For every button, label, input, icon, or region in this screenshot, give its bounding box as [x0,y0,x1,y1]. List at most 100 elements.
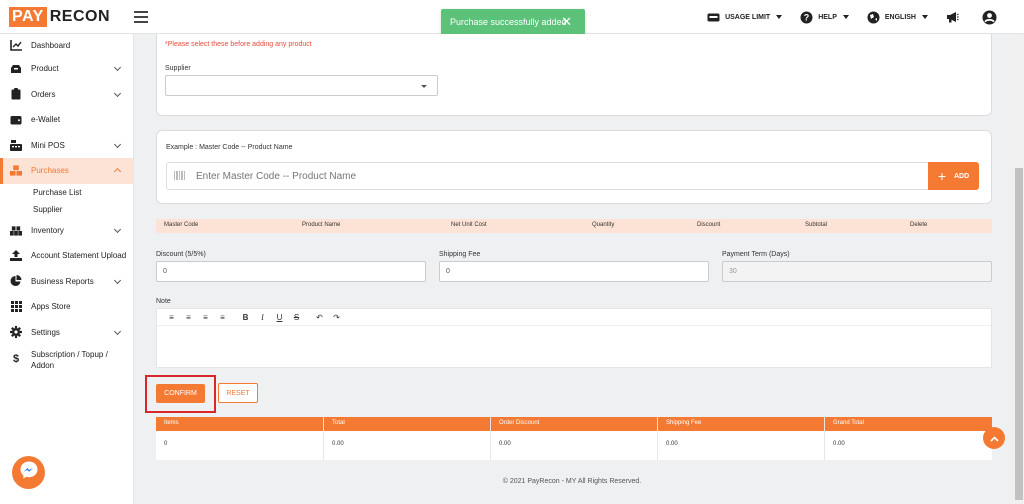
summary-header: Items [164,420,179,426]
upload-icon [10,250,22,262]
align-left-icon[interactable]: ≡ [163,313,180,322]
summary-value: 0 [164,441,168,447]
sidebar: Dashboard Product Orders e-Wallet Mini P… [0,34,134,504]
sidebar-subitem-purchase-list[interactable]: Purchase List [0,184,133,201]
sidebar-item-settings[interactable]: Settings [0,320,133,346]
chevron-down-icon [776,15,783,19]
note-editor[interactable]: ≡ ≡ ≡ ≡ B I U S ↶ ↷ [156,308,992,368]
sidebar-item-label: Product [31,64,59,74]
dollar-icon: $ [12,352,20,365]
chevron-down-icon [113,140,122,148]
sidebar-subitem-supplier[interactable]: Supplier [0,201,133,218]
bold-icon[interactable]: B [237,313,254,322]
sidebar-item-purchases[interactable]: Purchases [0,158,133,184]
sidebar-item-account-statement-upload[interactable]: Account Statement Upload [0,243,133,269]
summary-value: 0.00 [833,441,845,447]
messenger-chat-button[interactable] [12,456,45,489]
summary-row: 0 0.00 0.00 0.00 0.00 [156,431,992,460]
sidebar-item-label: e-Wallet [31,115,61,125]
underline-icon[interactable]: U [271,313,288,322]
align-right-icon[interactable]: ≡ [197,313,214,322]
product-example-label: Example : Master Code -- Product Name [166,144,293,151]
usage-limit-icon [707,11,720,24]
align-center-icon[interactable]: ≡ [180,313,197,322]
sidebar-item-apps-store[interactable]: Apps Store [0,294,133,320]
sidebar-item-label: Account Statement Upload [31,251,127,261]
sidebar-item-mini-pos[interactable]: Mini POS [0,133,133,159]
help-icon: ? [800,11,813,24]
sidebar-item-product[interactable]: Product [0,56,133,82]
sidebar-item-inventory[interactable]: Inventory [0,218,133,244]
strikethrough-icon[interactable]: S [288,313,305,322]
summary-header: Shipping Fee [666,420,702,426]
sidebar-item-ewallet[interactable]: e-Wallet [0,107,133,133]
column-header: Quantity [592,222,615,228]
sidebar-item-orders[interactable]: Orders [0,82,133,108]
summary-table-header: Items Total Order Discount Shipping Fee … [156,417,992,431]
chevron-up-icon [113,167,122,176]
column-divider [323,417,324,460]
column-header: Subtotal [805,222,828,228]
sidebar-item-label: Mini POS [31,140,65,150]
language-menu[interactable]: ENGLISH [867,11,928,24]
reset-button[interactable]: RESET [218,383,258,403]
column-divider [824,417,825,460]
discount-label: Discount (5/5%) [156,251,206,258]
globe-icon [867,11,880,24]
account-button[interactable] [982,10,1002,25]
clipboard-icon [10,88,22,100]
supplier-select[interactable] [165,75,438,96]
sidebar-item-label: Subscription / Topup / Addon [31,350,108,370]
redo-icon[interactable]: ↷ [328,313,345,322]
italic-icon[interactable]: I [254,313,271,322]
grid-icon [10,301,22,313]
chevron-down-icon [421,85,427,88]
cash-register-icon [10,139,22,151]
shipping-fee-input[interactable]: 0 [439,261,709,282]
sidebar-item-dashboard[interactable]: Dashboard [0,34,133,56]
svg-text:?: ? [804,12,810,22]
payment-term-input[interactable]: 30 [722,261,992,282]
menu-toggle-icon[interactable] [134,10,149,23]
column-header: Master Code [164,222,199,228]
brand-logo[interactable]: PAY RECON [9,6,111,27]
product-search-field[interactable] [166,162,929,190]
announcement-button[interactable] [946,11,964,24]
column-header: Delete [910,222,928,228]
sidebar-item-label: Dashboard [31,40,71,50]
summary-table: Items Total Order Discount Shipping Fee … [156,417,992,460]
page-scrollbar[interactable] [1014,34,1024,504]
plus-icon: + [937,168,946,184]
close-icon[interactable]: ✕ [561,14,572,30]
scroll-to-top-button[interactable] [983,427,1005,449]
summary-value: 0.00 [332,441,344,447]
help-menu[interactable]: ? HELP [800,11,849,24]
column-header: Product Name [302,222,341,228]
add-product-button[interactable]: + ADD [928,162,979,190]
scrollbar-thumb[interactable] [1015,168,1023,500]
usage-limit-menu[interactable]: USAGE LIMIT [707,11,783,24]
wallet-icon [10,114,22,126]
gear-icon [10,326,22,339]
megaphone-icon [946,11,959,24]
payment-term-label: Payment Term (Days) [722,251,790,258]
chevron-down-icon [113,225,122,233]
product-search-input[interactable] [196,170,896,182]
box-icon [10,63,22,75]
sidebar-item-label: Inventory [31,225,64,235]
undo-icon[interactable]: ↶ [311,313,328,322]
user-avatar-icon [982,10,997,25]
warehouse-icon [10,224,22,236]
confirm-button[interactable]: CONFIRM [156,384,205,403]
discount-input[interactable]: 0 [156,261,426,282]
align-justify-icon[interactable]: ≡ [214,313,231,322]
supplier-label: Supplier [165,65,191,72]
supplier-warning: *Please select these before adding any p… [165,41,312,48]
barcode-icon [174,167,186,185]
sidebar-item-subscription[interactable]: $ Subscription / Topup / Addon [0,345,133,379]
note-label: Note [156,298,171,305]
logo-recon: RECON [49,7,111,25]
add-button-label: ADD [954,172,970,180]
column-divider [657,417,658,460]
sidebar-item-business-reports[interactable]: Business Reports [0,269,133,295]
